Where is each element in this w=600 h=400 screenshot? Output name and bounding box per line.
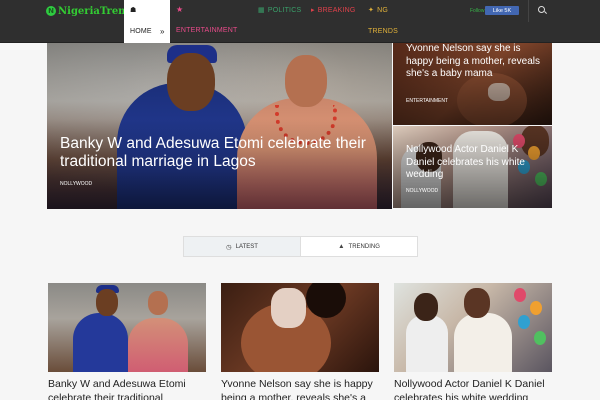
fire-icon: ✦ [368, 7, 375, 14]
nav-item-ng-trends[interactable]: ✦ NG [368, 6, 388, 14]
article-card[interactable]: Banky W and Adesuwa Etomi celebrate thei… [48, 283, 206, 400]
hero-main-article[interactable]: Banky W and Adesuwa Etomi celebrate thei… [47, 43, 392, 209]
megaphone-icon: ▸ [311, 7, 315, 14]
article-thumbnail[interactable] [221, 283, 379, 372]
nav-item-entertainment[interactable]: ★ ENTERTAINMENT [170, 0, 256, 43]
hero-main-category[interactable]: NOLLYWOOD [60, 181, 92, 187]
article-title[interactable]: Banky W and Adesuwa Etomi celebrate thei… [48, 377, 206, 400]
nav-entertainment-label: ENTERTAINMENT [176, 27, 238, 34]
search-icon [538, 6, 545, 13]
hero-main-title[interactable]: Banky W and Adesuwa Etomi celebrate thei… [60, 135, 390, 171]
clock-icon: ◷ [226, 243, 232, 251]
hero-side-article-2[interactable]: Nollywood Actor Daniel K Daniel celebrat… [393, 126, 552, 208]
nav-ng-label: NG [377, 7, 388, 14]
money-icon: ▦ [258, 7, 265, 14]
facebook-like-button[interactable]: Like 5K [485, 6, 519, 15]
article-card[interactable]: Yvonne Nelson say she is happy being a m… [221, 283, 379, 400]
nav-trends-label: TRENDS [368, 28, 398, 35]
article-title[interactable]: Nollywood Actor Daniel K Daniel celebrat… [394, 377, 552, 400]
hero-side-category-1[interactable]: ENTERTAINMENT [406, 98, 448, 104]
logo-mark-icon: N [46, 6, 56, 16]
hero-side-article-1[interactable]: Yvonne Nelson say she is happy being a m… [393, 43, 552, 125]
nav-item-politics[interactable]: ▦ POLITICS [258, 6, 302, 15]
home-icon: ☗ [130, 7, 137, 14]
article-card[interactable]: Nollywood Actor Daniel K Daniel celebrat… [394, 283, 552, 400]
hero-side-title-1[interactable]: Yvonne Nelson say she is happy being a m… [406, 43, 546, 81]
article-title[interactable]: Yvonne Nelson say she is happy being a m… [221, 377, 379, 400]
nav-politics-label: POLITICS [267, 6, 302, 14]
nav-item-ng-trends-line2[interactable]: TRENDS [368, 28, 398, 35]
hero-side-category-2[interactable]: NOLLYWOOD [406, 188, 438, 194]
tab-latest[interactable]: ◷ LATEST [184, 237, 301, 256]
fb-like-label: Like 5K [492, 7, 512, 14]
hero-side-title-2[interactable]: Nollywood Actor Daniel K Daniel celebrat… [406, 144, 536, 182]
nav-item-home[interactable]: ☗ HOME » [124, 0, 170, 43]
nav-home-label: HOME [130, 28, 152, 35]
tab-trending-label: TRENDING [348, 243, 380, 250]
tab-trending[interactable]: ▲ TRENDING [301, 237, 417, 256]
nav-breaking-label: BREAKING [317, 6, 356, 14]
tab-latest-label: LATEST [235, 243, 258, 250]
follow-label: Follow [470, 8, 485, 14]
article-tabs: ◷ LATEST ▲ TRENDING [183, 236, 418, 257]
article-thumbnail[interactable] [394, 283, 552, 372]
chevron-right-icon: » [160, 27, 165, 36]
star-icon: ★ [176, 5, 184, 14]
flame-icon: ▲ [338, 243, 345, 250]
top-navigation: N NigeriaTrends ☗ HOME » ★ ENTERTAINMENT… [0, 0, 600, 43]
article-thumbnail[interactable] [48, 283, 206, 372]
search-button[interactable] [528, 0, 554, 22]
nav-item-breaking[interactable]: ▸ BREAKING [311, 6, 356, 15]
